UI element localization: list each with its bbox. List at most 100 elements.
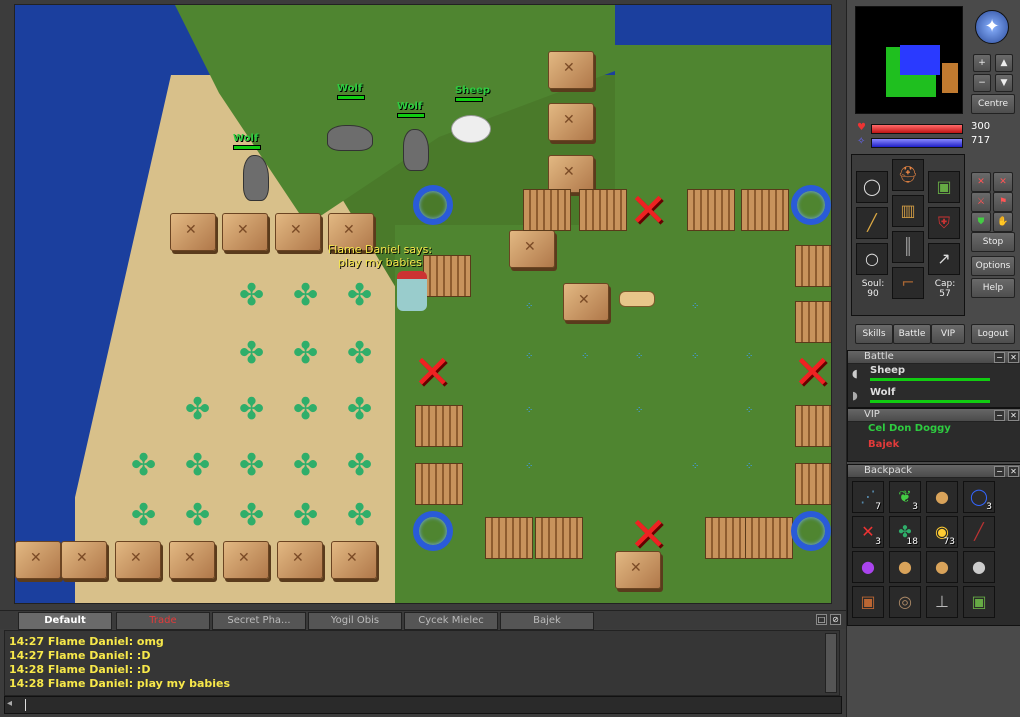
- help-button[interactable]: Help: [971, 278, 1015, 298]
- backpack-slot[interactable]: ▣: [928, 171, 960, 203]
- minimize-icon[interactable]: −: [994, 466, 1005, 477]
- crate[interactable]: [61, 541, 107, 579]
- minimize-icon[interactable]: −: [994, 352, 1005, 363]
- shield-slot[interactable]: ⛨: [928, 207, 960, 239]
- secure-mode-icon[interactable]: ✋: [993, 212, 1013, 232]
- crate[interactable]: [548, 103, 594, 141]
- armor-slot[interactable]: ▥: [892, 195, 924, 227]
- floor-down-icon[interactable]: ▼: [995, 74, 1013, 92]
- stand-still-icon[interactable]: ✕: [993, 172, 1013, 192]
- zoom-out-icon[interactable]: −: [973, 74, 991, 92]
- boots-slot[interactable]: ⌐: [892, 267, 924, 299]
- crate[interactable]: [277, 541, 323, 579]
- options-button[interactable]: Options: [971, 256, 1015, 276]
- chat-scrollbar[interactable]: [825, 633, 837, 693]
- minimize-icon[interactable]: −: [994, 410, 1005, 421]
- helmet-slot[interactable]: ⛑: [892, 159, 924, 191]
- weapon-slot[interactable]: ╱: [856, 207, 888, 239]
- sheep-creature[interactable]: [451, 115, 491, 143]
- key-item-icon[interactable]: [619, 291, 655, 307]
- legs-slot[interactable]: ║: [892, 231, 924, 263]
- crate[interactable]: [509, 230, 555, 268]
- crate[interactable]: [115, 541, 161, 579]
- chat-line: 14:28 Flame Daniel: :D: [9, 663, 151, 676]
- ring-icon: ◯: [970, 487, 988, 506]
- floor-up-icon[interactable]: ▲: [995, 54, 1013, 72]
- tab-cycek-mielec[interactable]: Cycek Mielec: [404, 612, 498, 630]
- vip-button[interactable]: VIP: [931, 324, 965, 344]
- close-icon[interactable]: ✕: [1008, 410, 1019, 421]
- chat-input[interactable]: ◂: [4, 696, 842, 714]
- crate[interactable]: [548, 155, 594, 193]
- close-icon[interactable]: ✕: [1008, 352, 1019, 363]
- crate[interactable]: [15, 541, 61, 579]
- vip-entry-online[interactable]: Cel Don Doggy: [868, 423, 951, 434]
- crate[interactable]: [563, 283, 609, 321]
- crate[interactable]: [170, 213, 216, 251]
- player-character[interactable]: [397, 271, 427, 311]
- teleport-portal-icon[interactable]: [413, 511, 453, 551]
- new-channel-icon[interactable]: □: [816, 614, 827, 625]
- teleport-portal-icon[interactable]: [413, 185, 453, 225]
- backpack-slot[interactable]: ●: [963, 551, 995, 583]
- speaker-icon[interactable]: ◂: [7, 698, 12, 709]
- battle-entry[interactable]: Sheep: [870, 365, 905, 376]
- defensive-icon[interactable]: ⛊: [971, 212, 991, 232]
- teleport-portal-icon[interactable]: [791, 185, 831, 225]
- backpack-slot[interactable]: ●: [852, 551, 884, 583]
- crate[interactable]: [169, 541, 215, 579]
- arrows-icon: ⋰: [860, 487, 876, 506]
- zoom-in-icon[interactable]: +: [973, 54, 991, 72]
- ammo-slot[interactable]: ↗: [928, 243, 960, 275]
- backpack-slot[interactable]: ⋰ 7: [852, 481, 884, 513]
- close-icon[interactable]: ✕: [1008, 466, 1019, 477]
- crate[interactable]: [331, 541, 377, 579]
- battle-entry[interactable]: Wolf: [870, 387, 895, 398]
- stop-button[interactable]: Stop: [971, 232, 1015, 252]
- tab-bajek[interactable]: Bajek: [500, 612, 594, 630]
- backpack-slot[interactable]: ✤ 18: [889, 516, 921, 548]
- backpack-slot[interactable]: ✕ 3: [852, 516, 884, 548]
- full-attack-icon[interactable]: ✕: [971, 172, 991, 192]
- wolf-creature[interactable]: [243, 155, 269, 201]
- compass-icon[interactable]: ✦: [975, 10, 1009, 44]
- teleport-portal-icon[interactable]: [791, 511, 831, 551]
- wolf-creature[interactable]: [403, 129, 429, 171]
- backpack-slot[interactable]: ●: [889, 551, 921, 583]
- minimap[interactable]: [855, 6, 963, 114]
- skills-button[interactable]: Skills: [855, 324, 893, 344]
- energy-field-icon: ⁘: [635, 405, 644, 416]
- backpack-slot[interactable]: ❦ 3: [889, 481, 921, 513]
- backpack-slot[interactable]: ◯ 3: [963, 481, 995, 513]
- energy-field-icon: ⁘: [635, 351, 644, 362]
- backpack-slot[interactable]: ⊥: [926, 586, 958, 618]
- backpack-slot[interactable]: ◎: [889, 586, 921, 618]
- backpack-slot[interactable]: ▣: [963, 586, 995, 618]
- vip-entry-offline[interactable]: Bajek: [868, 439, 899, 450]
- backpack-slot[interactable]: ●: [926, 481, 958, 513]
- wolf-creature[interactable]: [327, 125, 373, 151]
- battle-button[interactable]: Battle: [893, 324, 931, 344]
- ring-slot[interactable]: ○: [856, 243, 888, 275]
- creature-name: Wolf: [337, 83, 363, 94]
- centre-button[interactable]: Centre: [971, 94, 1015, 114]
- tab-default[interactable]: Default: [18, 612, 112, 630]
- crate[interactable]: [222, 213, 268, 251]
- game-viewport[interactable]: ✕ ✕ ✕ ✕ ✤ ✤ ✤ ✤ ✤ ✤ ✤ ✤ ✤ ✤ ✤ ✤ ✤ ✤ ✤ ✤ …: [14, 4, 832, 604]
- crate[interactable]: [548, 51, 594, 89]
- backpack-slot[interactable]: ╱: [963, 516, 995, 548]
- energy-field-icon: ⁘: [581, 351, 590, 362]
- ignore-icon[interactable]: ⊘: [830, 614, 841, 625]
- plant-icon: ✤: [347, 448, 373, 483]
- tab-trade[interactable]: Trade: [116, 612, 210, 630]
- backpack-slot[interactable]: ◉ 73: [926, 516, 958, 548]
- crate[interactable]: [223, 541, 269, 579]
- tab-yogil-obis[interactable]: Yogil Obis: [308, 612, 402, 630]
- chase-icon[interactable]: ⚑: [993, 192, 1013, 212]
- balanced-icon[interactable]: ⚔: [971, 192, 991, 212]
- amulet-slot[interactable]: ◯: [856, 171, 888, 203]
- logout-button[interactable]: Logout: [971, 324, 1015, 344]
- tab-secret-pha[interactable]: Secret Pha...: [212, 612, 306, 630]
- backpack-slot[interactable]: ●: [926, 551, 958, 583]
- backpack-slot[interactable]: ▣: [852, 586, 884, 618]
